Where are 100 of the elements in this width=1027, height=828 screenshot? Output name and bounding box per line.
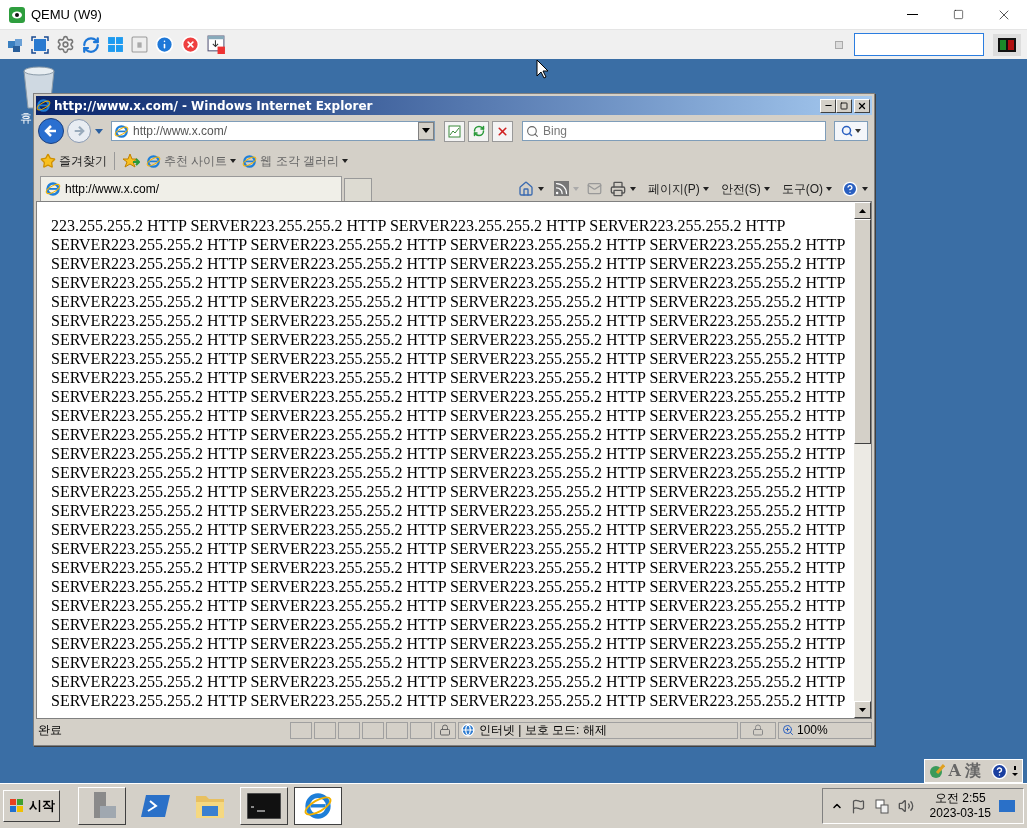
arrow-left-icon <box>44 124 58 138</box>
compatibility-button[interactable] <box>444 120 465 142</box>
close-button[interactable] <box>854 98 870 113</box>
page-text-line: SERVER223.255.255.2 HTTP SERVER223.255.255.2 HTTP SERVER223.255.255.2 HTTP SERVER223.255.255.2 HTTP <box>51 520 846 539</box>
page-text-line: SERVER223.255.255.2 HTTP SERVER223.255.255.2 HTTP SERVER223.255.255.2 HTTP SERVER223.255.255.2 HTTP <box>51 235 846 254</box>
zoom-button[interactable]: 100% <box>778 721 872 739</box>
help-icon[interactable] <box>842 180 858 197</box>
cursor-icon <box>536 59 549 79</box>
status-pane <box>338 721 360 739</box>
page-text-line: SERVER223.255.255.2 HTTP SERVER223.255.255.2 HTTP SERVER223.255.255.2 HTTP SERVER223.255.255.2 HTTP <box>51 653 846 672</box>
desktop-icon-label: 휴 <box>20 110 32 127</box>
input-field[interactable] <box>854 33 984 56</box>
page-text-line: SERVER223.255.255.2 HTTP SERVER223.255.255.2 HTTP SERVER223.255.255.2 HTTP SERVER223.255.255.2 HTTP <box>51 482 846 501</box>
page-chart-icon <box>448 124 461 138</box>
download-window-icon[interactable] <box>207 35 226 54</box>
security-icon <box>439 724 451 736</box>
pen-icon[interactable] <box>928 763 945 779</box>
dropdown-arrow-icon[interactable] <box>94 127 104 135</box>
arrow-right-icon <box>73 125 85 137</box>
language-mode-button[interactable]: 漢 <box>965 759 981 783</box>
page-text-line: SERVER223.255.255.2 HTTP SERVER223.255.255.2 HTTP SERVER223.255.255.2 HTTP SERVER223.255.255.2 HTTP <box>51 406 846 425</box>
stop-icon[interactable] <box>181 35 200 54</box>
star-icon <box>40 153 56 169</box>
scroll-up-button[interactable] <box>854 202 871 219</box>
console-icon <box>247 793 281 819</box>
ie-icon <box>45 181 61 197</box>
start-button[interactable]: 시작 <box>3 790 60 822</box>
search-field[interactable]: Bing <box>522 121 826 141</box>
browser-tab[interactable]: http://www.x.com/ <box>40 176 342 201</box>
add-favorite-icon[interactable] <box>122 153 140 169</box>
maximize-button[interactable] <box>836 98 852 113</box>
printer-icon[interactable] <box>609 180 626 197</box>
page-text-line: SERVER223.255.255.2 HTTP SERVER223.255.255.2 HTTP SERVER223.255.255.2 HTTP SERVER223.255.255.2 HTTP <box>51 349 846 368</box>
options-icon[interactable] <box>1012 765 1018 777</box>
page-text-line: SERVER223.255.255.2 HTTP SERVER223.255.255.2 HTTP SERVER223.255.255.2 HTTP SERVER223.255.255.2 HTTP <box>51 425 846 444</box>
stop-button[interactable] <box>492 120 513 142</box>
caret-icon <box>230 159 237 163</box>
maximize-icon <box>952 9 964 20</box>
flag-icon[interactable] <box>850 798 866 814</box>
scroll-thumb[interactable] <box>854 219 871 444</box>
maximize-icon <box>840 101 848 110</box>
feed-icon[interactable] <box>553 181 569 196</box>
caret-icon <box>702 186 709 191</box>
page-text-line: SERVER223.255.255.2 HTTP SERVER223.255.255.2 HTTP SERVER223.255.255.2 HTTP SERVER223.255.255.2 HTTP <box>51 273 846 292</box>
page-text-line: SERVER223.255.255.2 HTTP SERVER223.255.255.2 HTTP SERVER223.255.255.2 HTTP SERVER223.255.255.2 HTTP <box>51 311 846 330</box>
zone-text: 인터넷 | 보호 모드: 해제 <box>479 722 607 739</box>
back-button[interactable] <box>38 118 64 144</box>
address-text: http://www.x.com/ <box>133 123 229 140</box>
page-text-line: SERVER223.255.255.2 HTTP SERVER223.255.255.2 HTTP SERVER223.255.255.2 HTTP SERVER223.255.255.2 HTTP <box>51 387 846 406</box>
command-menu[interactable]: 안전(S) <box>720 179 770 198</box>
page-text-line: SERVER223.255.255.2 HTTP SERVER223.255.255.2 HTTP SERVER223.255.255.2 HTTP SERVER223.255.255.2 HTTP <box>51 539 846 558</box>
taskbar-button[interactable] <box>294 787 342 825</box>
favorites-button[interactable]: 즐겨찾기 <box>40 152 107 170</box>
search-icon <box>841 125 853 137</box>
scroll-down-button[interactable] <box>854 701 871 718</box>
page-icon <box>242 153 258 169</box>
page-text-line: SERVER223.255.255.2 HTTP SERVER223.255.255.2 HTTP SERVER223.255.255.2 HTTP SERVER223.255.255.2 HTTP <box>51 615 846 634</box>
page-text-line: SERVER223.255.255.2 HTTP SERVER223.255.255.2 HTTP SERVER223.255.255.2 HTTP SERVER223.255.255.2 HTTP <box>51 330 846 349</box>
indicator-icon <box>993 33 1021 56</box>
page-text-line: SERVER223.255.255.2 HTTP SERVER223.255.255.2 HTTP SERVER223.255.255.2 HTTP SERVER223.255.255.2 HTTP <box>51 691 846 710</box>
command-menu[interactable]: 도구(O) <box>781 179 832 198</box>
caret-icon <box>572 186 579 191</box>
status-text: 완료 <box>37 722 63 739</box>
link-menu[interactable]: 추천 사이트 <box>146 152 237 170</box>
browser-title: http://www.x.com/ - Windows Internet Explorer <box>54 97 373 115</box>
stop-icon <box>496 124 509 138</box>
refresh-button[interactable] <box>468 120 489 142</box>
status-pane <box>386 721 408 739</box>
status-pane <box>290 721 312 739</box>
protected-mode-button[interactable] <box>740 721 776 739</box>
windows-icon[interactable] <box>107 36 124 53</box>
close-icon <box>857 100 867 111</box>
network-icon[interactable] <box>873 798 890 814</box>
fullscreen-icon[interactable] <box>31 35 49 54</box>
page-icon <box>146 153 161 169</box>
window-title: QEMU (W9) <box>31 5 102 24</box>
search-placeholder: Bing <box>543 123 568 140</box>
refresh-icon[interactable] <box>82 35 100 54</box>
minimize-button[interactable] <box>820 98 836 113</box>
command-menu[interactable]: 페이지(P) <box>647 179 709 198</box>
language-mode-button[interactable]: A <box>948 759 961 783</box>
zoom-icon <box>782 724 794 736</box>
link-menu[interactable]: 웹 조각 갤러리 <box>242 152 348 170</box>
help-icon[interactable] <box>991 762 1008 780</box>
home-icon[interactable] <box>517 180 534 197</box>
info-icon[interactable] <box>155 35 174 54</box>
ie-icon <box>303 791 333 821</box>
caret-icon <box>862 186 868 191</box>
vertical-scrollbar[interactable] <box>854 202 871 718</box>
lock-icon <box>752 724 764 736</box>
settings-icon[interactable] <box>56 35 75 54</box>
app-icon <box>9 6 25 23</box>
page-text-line: SERVER223.255.255.2 HTTP SERVER223.255.255.2 HTTP SERVER223.255.255.2 HTTP SERVER223.255.255.2 HTTP <box>51 634 846 653</box>
search-button[interactable] <box>834 121 868 141</box>
status-pane <box>314 721 336 739</box>
caret-icon <box>537 186 544 191</box>
page-text-line: SERVER223.255.255.2 HTTP SERVER223.255.255.2 HTTP SERVER223.255.255.2 HTTP SERVER223.255.255.2 HTTP <box>51 368 846 387</box>
address-dropdown-button[interactable] <box>418 122 434 140</box>
page-text-line: SERVER223.255.255.2 HTTP SERVER223.255.255.2 HTTP SERVER223.255.255.2 HTTP SERVER223.255.255.2 HTTP <box>51 672 846 691</box>
address-field[interactable]: http://www.x.com/ <box>111 121 435 141</box>
